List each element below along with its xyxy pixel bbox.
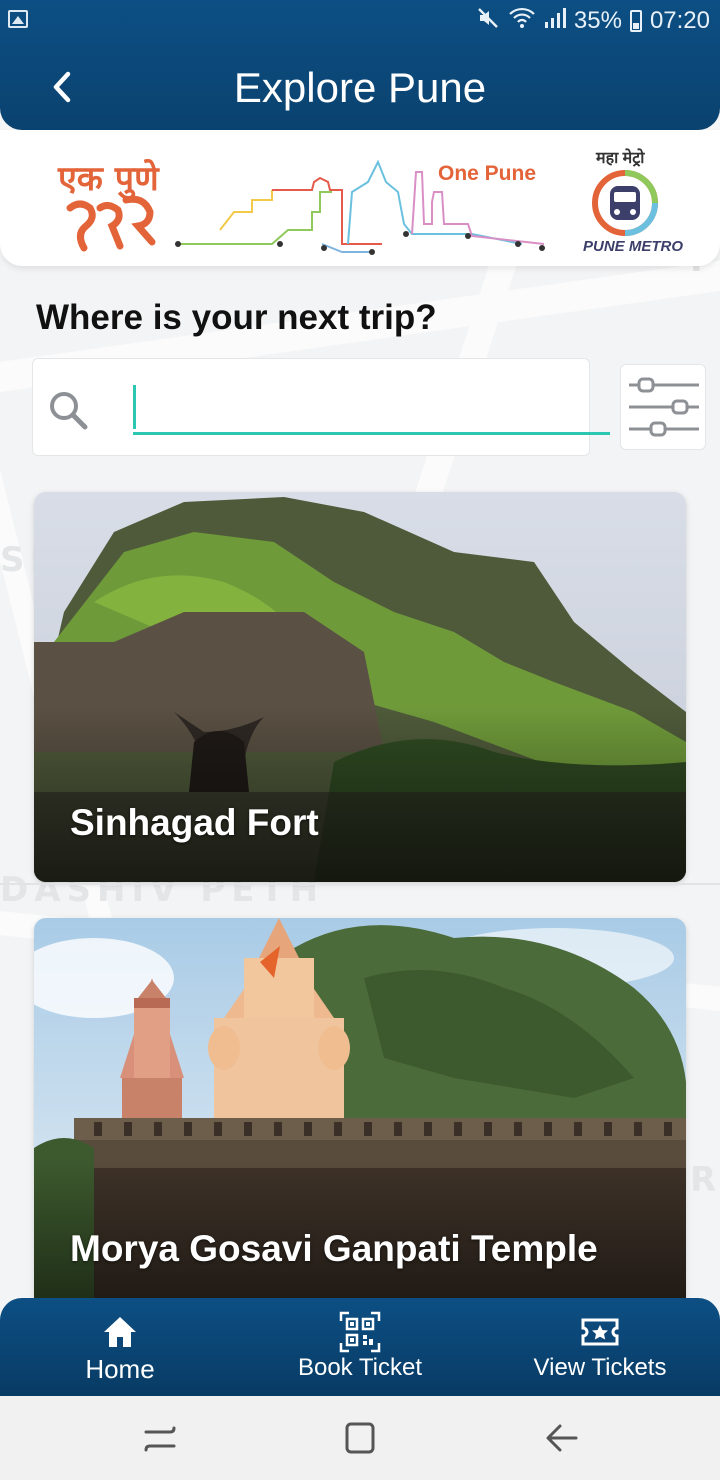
place-card-morya-gosavi[interactable]: Morya Gosavi Ganpati Temple (34, 918, 686, 1318)
divider (0, 883, 720, 885)
one-pune-banner: एक पुणे One Pune महा मेट्रो PUNE METRO (0, 130, 720, 266)
search-icon (47, 389, 91, 438)
bottom-navigation: Home Book Ticket View Tickets (0, 1298, 720, 1396)
ticket-icon (581, 1318, 619, 1346)
place-card-sinhagad-fort[interactable]: Sinhagad Fort (34, 492, 686, 882)
nav-book-ticket-label: Book Ticket (297, 1354, 423, 1381)
pune-metro-label: PUNE METRO (583, 238, 684, 255)
mute-icon (476, 6, 500, 36)
app-header: 35% 07:20 Explore Pune (0, 0, 720, 130)
battery-percent: 35% (573, 7, 622, 34)
clock: 07:20 (649, 7, 710, 34)
one-pune-text: One Pune (438, 162, 537, 185)
maha-metro-text: महा मेट्रो (596, 150, 645, 167)
nav-book-ticket[interactable]: Book Ticket (240, 1311, 480, 1382)
search-box[interactable] (32, 358, 610, 456)
home-icon (104, 1317, 136, 1347)
pune-metro-logo (592, 170, 658, 236)
wifi-icon (508, 6, 536, 36)
filter-button[interactable] (620, 364, 706, 450)
nav-home[interactable]: Home (0, 1312, 240, 1385)
place-name: Morya Gosavi Ganpati Temple (70, 1228, 598, 1269)
qr-code-icon (339, 1311, 381, 1353)
battery-icon (629, 10, 642, 32)
sliders-icon (629, 377, 699, 437)
back-arrow-icon[interactable] (542, 1420, 582, 1456)
nav-home-label: Home (85, 1354, 155, 1384)
nav-view-tickets-label: View Tickets (533, 1354, 667, 1381)
signal-icon (544, 6, 566, 36)
place-name: Sinhagad Fort (70, 802, 319, 843)
status-bar: 35% 07:20 (0, 0, 720, 44)
text-caret (133, 385, 136, 429)
recent-apps-icon[interactable] (140, 1420, 180, 1456)
page-title: Explore Pune (233, 64, 487, 111)
system-navigation-bar (0, 1396, 720, 1480)
ek-pune-logo: एक पुणे (57, 158, 160, 252)
gallery-icon (8, 10, 28, 28)
nav-view-tickets[interactable]: View Tickets (480, 1312, 720, 1382)
home-button-icon[interactable] (340, 1420, 380, 1456)
svg-text:एक पुणे: एक पुणे (57, 158, 160, 200)
trip-question: Where is your next trip? (36, 298, 437, 337)
search-input[interactable] (133, 381, 610, 435)
